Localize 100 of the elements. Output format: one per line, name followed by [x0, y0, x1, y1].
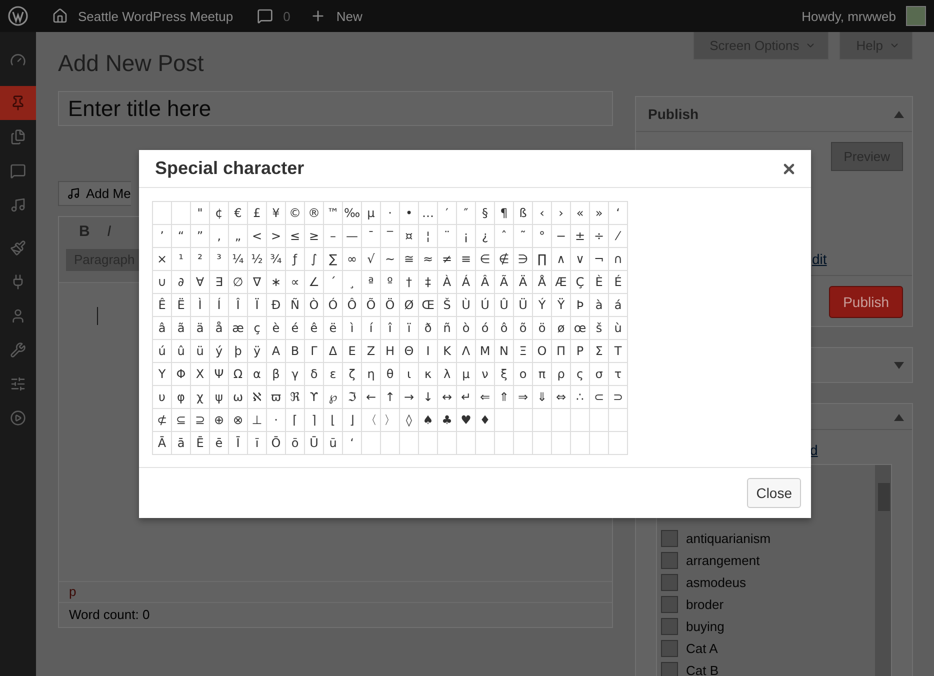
- special-character[interactable]: Ρ: [571, 340, 590, 363]
- special-character[interactable]: ´: [324, 271, 343, 294]
- special-character[interactable]: ∉: [495, 248, 514, 271]
- special-character[interactable]: ×: [153, 248, 172, 271]
- special-character[interactable]: ∃: [210, 271, 229, 294]
- site-name-link[interactable]: Seattle WordPress Meetup: [78, 8, 234, 24]
- special-character[interactable]: ý: [210, 340, 229, 363]
- special-character[interactable]: ú: [153, 340, 172, 363]
- special-character[interactable]: ≅: [400, 248, 419, 271]
- special-character[interactable]: ≠: [438, 248, 457, 271]
- special-character[interactable]: ∼: [381, 248, 400, 271]
- special-character[interactable]: Á: [457, 271, 476, 294]
- special-character[interactable]: ≥: [305, 225, 324, 248]
- special-character[interactable]: ô: [495, 317, 514, 340]
- special-character[interactable]: ä: [191, 317, 210, 340]
- special-character[interactable]: ⊥: [248, 409, 267, 432]
- new-link[interactable]: New: [336, 8, 362, 24]
- special-character[interactable]: Σ: [590, 340, 609, 363]
- special-character[interactable]: Õ: [362, 294, 381, 317]
- special-character[interactable]: ”: [191, 225, 210, 248]
- special-character[interactable]: ∨: [571, 248, 590, 271]
- toggle-icon[interactable]: [894, 414, 904, 420]
- special-character[interactable]: µ: [362, 202, 381, 225]
- special-character[interactable]: Ð: [267, 294, 286, 317]
- special-character[interactable]: Þ: [571, 294, 590, 317]
- special-character[interactable]: Π: [552, 340, 571, 363]
- special-character[interactable]: Ē: [191, 432, 210, 455]
- special-character[interactable]: Μ: [476, 340, 495, 363]
- special-character[interactable]: ÿ: [248, 340, 267, 363]
- special-character[interactable]: Ô: [343, 294, 362, 317]
- special-character[interactable]: ū: [324, 432, 343, 455]
- special-character[interactable]: á: [609, 294, 628, 317]
- special-character[interactable]: í: [362, 317, 381, 340]
- special-character[interactable]: ë: [324, 317, 343, 340]
- special-character[interactable]: ¬: [590, 248, 609, 271]
- special-character[interactable]: Â: [476, 271, 495, 294]
- special-character[interactable]: ∪: [153, 271, 172, 294]
- special-character[interactable]: î: [381, 317, 400, 340]
- special-character[interactable]: ′: [438, 202, 457, 225]
- special-character[interactable]: ‹: [533, 202, 552, 225]
- close-button[interactable]: Close: [747, 478, 801, 508]
- special-character[interactable]: ⊆: [172, 409, 191, 432]
- special-character[interactable]: ≈: [419, 248, 438, 271]
- special-character[interactable]: ⌉: [305, 409, 324, 432]
- special-character[interactable]: Ō: [267, 432, 286, 455]
- special-character[interactable]: ∅: [229, 271, 248, 294]
- special-character[interactable]: „: [229, 225, 248, 248]
- special-character[interactable]: ℜ: [286, 386, 305, 409]
- special-character[interactable]: ς: [571, 363, 590, 386]
- special-character[interactable]: ÷: [590, 225, 609, 248]
- special-character[interactable]: ∞: [343, 248, 362, 271]
- special-character[interactable]: ø: [552, 317, 571, 340]
- special-character[interactable]: ¢: [210, 202, 229, 225]
- special-character[interactable]: τ: [609, 363, 628, 386]
- special-character[interactable]: ˜: [514, 225, 533, 248]
- special-character[interactable]: ¸: [343, 271, 362, 294]
- special-character[interactable]: ↵: [457, 386, 476, 409]
- special-character[interactable]: ∂: [172, 271, 191, 294]
- special-character[interactable]: À: [438, 271, 457, 294]
- special-character[interactable]: π: [533, 363, 552, 386]
- special-character[interactable]: Ο: [533, 340, 552, 363]
- special-character[interactable]: Ù: [457, 294, 476, 317]
- special-character[interactable]: Δ: [324, 340, 343, 363]
- special-character[interactable]: ϖ: [267, 386, 286, 409]
- special-character[interactable]: ″: [457, 202, 476, 225]
- special-character[interactable]: •: [400, 202, 419, 225]
- special-character[interactable]: ∴: [571, 386, 590, 409]
- special-character[interactable]: ζ: [343, 363, 362, 386]
- special-character[interactable]: ‾: [381, 225, 400, 248]
- special-character[interactable]: ®: [305, 202, 324, 225]
- special-character[interactable]: …: [419, 202, 438, 225]
- special-character[interactable]: ω: [229, 386, 248, 409]
- special-character[interactable]: º: [381, 271, 400, 294]
- special-character[interactable]: è: [267, 317, 286, 340]
- special-character[interactable]: ♠: [419, 409, 438, 432]
- special-character[interactable]: Ó: [324, 294, 343, 317]
- special-character[interactable]: Œ: [419, 294, 438, 317]
- special-character[interactable]: ⁄: [609, 225, 628, 248]
- special-character[interactable]: ‚: [210, 225, 229, 248]
- special-character[interactable]: ã: [172, 317, 191, 340]
- special-character[interactable]: μ: [457, 363, 476, 386]
- special-character[interactable]: Ξ: [514, 340, 533, 363]
- special-character[interactable]: ⇔: [552, 386, 571, 409]
- special-character[interactable]: ∏: [533, 248, 552, 271]
- special-character[interactable]: λ: [438, 363, 457, 386]
- special-character[interactable]: ʻ: [343, 432, 362, 455]
- special-character[interactable]: ℘: [324, 386, 343, 409]
- special-character[interactable]: φ: [172, 386, 191, 409]
- menu-item[interactable]: [0, 86, 36, 120]
- special-character[interactable]: ≤: [286, 225, 305, 248]
- special-character[interactable]: ñ: [438, 317, 457, 340]
- special-character[interactable]: €: [229, 202, 248, 225]
- special-character[interactable]: Ã: [495, 271, 514, 294]
- special-character[interactable]: ó: [476, 317, 495, 340]
- special-character[interactable]: Υ: [153, 363, 172, 386]
- special-character[interactable]: Α: [267, 340, 286, 363]
- special-character[interactable]: −: [552, 225, 571, 248]
- special-character[interactable]: ā: [172, 432, 191, 455]
- category-checkbox[interactable]: [661, 618, 678, 634]
- special-character[interactable]: →: [400, 386, 419, 409]
